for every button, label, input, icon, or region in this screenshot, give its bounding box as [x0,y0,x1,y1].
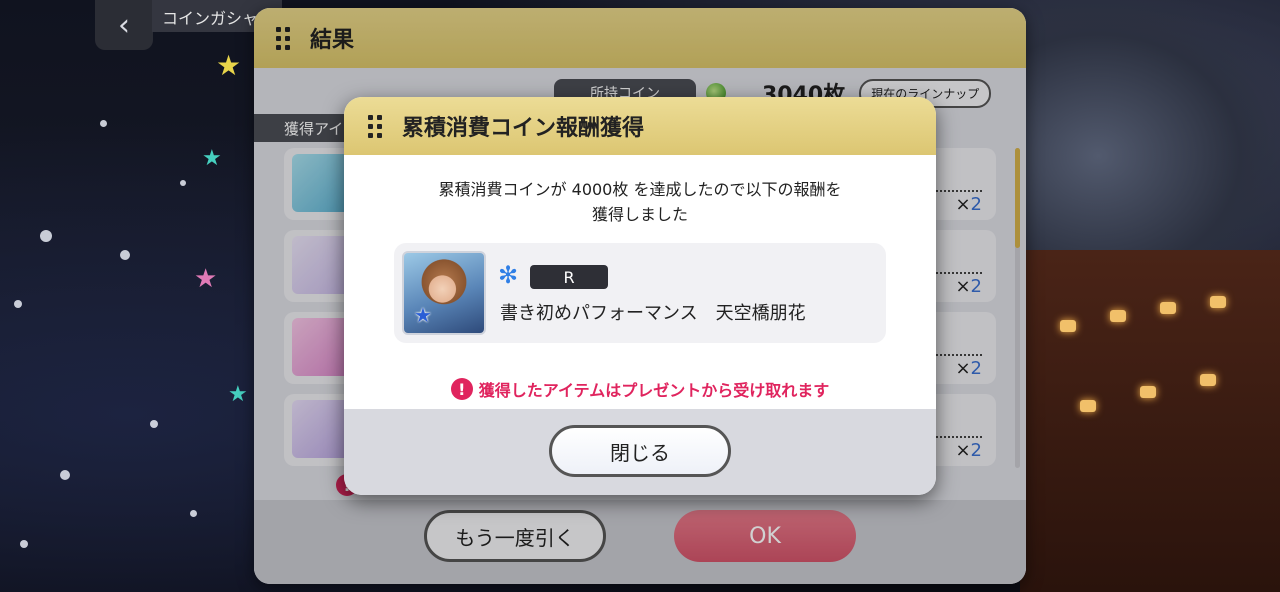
dialog-header: 累積消費コイン報酬獲得 [344,97,936,155]
snowflake-icon: ✻ [498,261,519,289]
idol-card-thumbnail: ★ [402,251,486,335]
reward-name: 書き初めパフォーマンス 天空橋朋花 [500,303,806,324]
background-building [1020,250,1280,592]
lantern [1160,302,1176,314]
star-icon: ★ [228,382,248,407]
cumulative-reward-dialog: 累積消費コイン報酬獲得 累積消費コインが 4000枚 を達成したので以下の報酬を… [344,97,936,495]
sparkle [100,120,107,127]
message-line: 獲得しました [591,205,688,224]
lantern [1110,310,1126,322]
alert-icon: ! [450,378,473,400]
sparkle [20,540,28,548]
star-icon: ★ [202,146,222,171]
lantern [1200,374,1216,386]
sparkle [180,180,186,186]
sparkle [120,250,130,260]
chevron-left-icon: ‹ [118,7,130,43]
sparkle [150,420,158,428]
lantern [1060,320,1076,332]
sparkle [60,470,70,480]
message-line: 累積消費コインが 4000枚 を達成したので以下の報酬を [438,180,842,199]
star-icon: ★ [194,264,218,294]
back-button[interactable]: ‹ [95,0,153,50]
sparkle [40,230,52,242]
star-icon: ★ [414,303,432,327]
dialog-title: 累積消費コイン報酬獲得 [402,116,645,141]
notice-row: ! 獲得したアイテムはプレゼントから受け取れます [344,377,936,401]
lantern [1210,296,1226,308]
close-button[interactable]: 閉じる [549,425,731,477]
background-roof [1020,0,1280,260]
dialog-message: 累積消費コインが 4000枚 を達成したので以下の報酬を 獲得しました [344,177,936,227]
lantern [1080,400,1096,412]
reward-card[interactable]: ★ ✻ R 書き初めパフォーマンス 天空橋朋花 [394,243,886,343]
lantern [1140,386,1156,398]
star-icon: ★ [216,49,242,82]
notice-text: 獲得したアイテムはプレゼントから受け取れます [478,381,830,400]
rarity-badge: R [530,265,608,289]
dialog-footer: 閉じる [344,409,936,495]
sparkle [190,510,197,517]
grip-icon [368,114,382,138]
sparkle [14,300,22,308]
